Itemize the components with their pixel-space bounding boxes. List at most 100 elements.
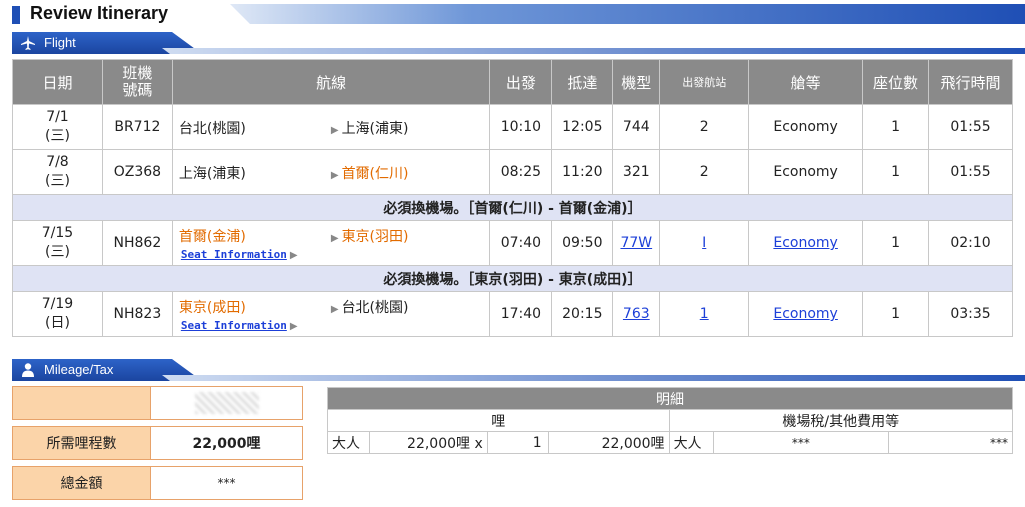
terminal-link[interactable]: I: [659, 220, 750, 266]
airplane-icon: [21, 36, 35, 50]
detail-table: 明細 哩 機場稅/其他費用等 大人 22,000哩 x 1 22,000哩 大人…: [327, 387, 1014, 454]
required-miles-value: 22,000哩: [151, 427, 302, 459]
flight-number: NH862: [101, 220, 173, 266]
flight-table: 日期 班機號碼 航線 出發 抵達 機型 出發航站 艙等 座位數 飛行時間 7/1…: [12, 59, 1013, 337]
transfer-notice-row: 必須換機場。［東京(羽田) - 東京(成田)］: [12, 265, 1013, 292]
seat-count: 1: [862, 149, 929, 195]
cabin-class: Economy: [748, 104, 864, 150]
cabin-class-link[interactable]: Economy: [748, 291, 864, 337]
route-cell: 東京(成田) ▶ 台北(桃園) Seat Information ▶: [171, 291, 491, 337]
arrow-right-icon: ▶: [330, 125, 339, 136]
departure-time: 17:40: [489, 291, 553, 337]
date-cell: 7/15 (三): [12, 220, 103, 266]
flight-number: BR712: [101, 104, 173, 150]
redacted-mark: [194, 392, 259, 414]
col-departure: 出發: [489, 59, 553, 105]
flight-duration: 01:55: [928, 104, 1013, 150]
col-cabin: 艙等: [748, 59, 864, 105]
seat-information-link[interactable]: Seat Information ▶: [181, 317, 301, 333]
col-terminal: 出發航站: [659, 59, 750, 105]
departure-time: 08:25: [489, 149, 553, 195]
date-cell: 7/8 (三): [12, 149, 103, 195]
tax-each: ***: [712, 431, 890, 454]
miles-header: 哩: [327, 409, 670, 432]
title-marker: [12, 6, 20, 24]
person-icon: [22, 363, 34, 377]
seat-count: 1: [862, 104, 929, 150]
miles-total: 22,000哩: [547, 431, 670, 454]
flight-number: OZ368: [101, 149, 173, 195]
tax-pax-label: 大人: [668, 431, 714, 454]
col-duration: 飛行時間: [928, 59, 1013, 105]
arrival-time: 09:50: [551, 220, 614, 266]
pax-count: 1: [486, 431, 549, 454]
departure-time: 10:10: [489, 104, 553, 150]
required-miles-row: 所需哩程數 22,000哩: [12, 426, 303, 460]
col-seats: 座位數: [862, 59, 929, 105]
seat-information-link[interactable]: Seat Information ▶: [181, 246, 301, 262]
total-amount-row: 總金額 ***: [12, 466, 303, 500]
route-from: 台北(桃園): [178, 121, 246, 137]
table-row: 7/1 (三) BR712 台北(桃園) ▶ 上海(浦東) 10:10 12:05 …: [12, 104, 1013, 150]
col-flight-no: 班機號碼: [101, 59, 173, 105]
tax-total: ***: [888, 431, 1013, 454]
route-from: 上海(浦東): [178, 166, 246, 182]
flight-duration: 03:35: [928, 291, 1013, 337]
aircraft-type-link[interactable]: 77W: [612, 220, 661, 266]
page-title: Review Itinerary: [30, 3, 169, 23]
pax-label: 大人: [327, 431, 370, 454]
cabin-class-link[interactable]: Economy: [748, 220, 864, 266]
arrival-time: 12:05: [551, 104, 614, 150]
arrival-time: 11:20: [551, 149, 614, 195]
total-amount-label: 總金額: [13, 467, 151, 499]
arrival-time: 20:15: [551, 291, 614, 337]
flight-duration: 01:55: [928, 149, 1013, 195]
transfer-notice: 必須換機場。［東京(羽田) - 東京(成田)］: [12, 265, 1013, 292]
aircraft-type: 321: [612, 149, 661, 195]
detail-header: 明細: [327, 387, 1013, 410]
miles-each: 22,000哩 x: [368, 431, 488, 454]
aircraft-type-link[interactable]: 763: [612, 291, 661, 337]
table-row: 7/8 (三) OZ368 上海(浦東) ▶ 首爾(仁川) 08:25 11:20 …: [12, 149, 1013, 195]
route-cell: 上海(浦東) ▶ 首爾(仁川): [171, 149, 491, 195]
mileage-section-header: Mileage/Tax: [12, 359, 1025, 381]
route-to: ▶ 首爾(仁川): [330, 166, 409, 182]
title-decoration: [230, 4, 1025, 24]
table-row: 7/19 (日) NH823 東京(成田) ▶ 台北(桃園) Seat Inform…: [12, 291, 1013, 337]
flight-number: NH823: [101, 291, 173, 337]
col-route: 航線: [171, 59, 491, 105]
arrow-right-icon: ▶: [289, 250, 298, 261]
date-cell: 7/1 (三): [12, 104, 103, 150]
required-miles-label: 所需哩程數: [13, 427, 151, 459]
arrow-right-icon: ▶: [330, 233, 339, 244]
terminal-link[interactable]: 1: [659, 291, 750, 337]
mileage-redacted-row: [12, 386, 303, 420]
route-cell: 台北(桃園) ▶ 上海(浦東): [171, 104, 491, 150]
mileage-redacted-value: [151, 387, 302, 419]
aircraft-type: 744: [612, 104, 661, 150]
route-from: 東京(成田): [178, 300, 246, 316]
route-cell: 首爾(金浦) ▶ 東京(羽田) Seat Information ▶: [171, 220, 491, 266]
arrow-right-icon: ▶: [330, 170, 339, 181]
col-arrival: 抵達: [551, 59, 614, 105]
route-to: ▶ 東京(羽田): [330, 229, 409, 245]
total-amount-value: ***: [151, 467, 302, 499]
departure-time: 07:40: [489, 220, 553, 266]
arrow-right-icon: ▶: [330, 304, 339, 315]
transfer-notice: 必須換機場。［首爾(仁川) - 首爾(金浦)］: [12, 194, 1013, 221]
terminal: 2: [659, 149, 750, 195]
section-divider: [162, 375, 1025, 381]
tax-header: 機場稅/其他費用等: [668, 409, 1014, 432]
flight-duration: 02:10: [928, 220, 1013, 266]
mileage-redacted-label: [13, 387, 151, 419]
arrow-right-icon: ▶: [289, 321, 298, 332]
flight-section-header: Flight: [12, 32, 1025, 54]
route-to: ▶ 上海(浦東): [330, 121, 409, 137]
flight-section-label: Flight: [44, 35, 76, 50]
col-date: 日期: [12, 59, 103, 105]
seat-count: 1: [862, 220, 929, 266]
terminal: 2: [659, 104, 750, 150]
route-to: ▶ 台北(桃園): [330, 300, 409, 316]
page-title-bar: Review Itinerary: [0, 0, 1025, 28]
col-aircraft: 機型: [612, 59, 661, 105]
